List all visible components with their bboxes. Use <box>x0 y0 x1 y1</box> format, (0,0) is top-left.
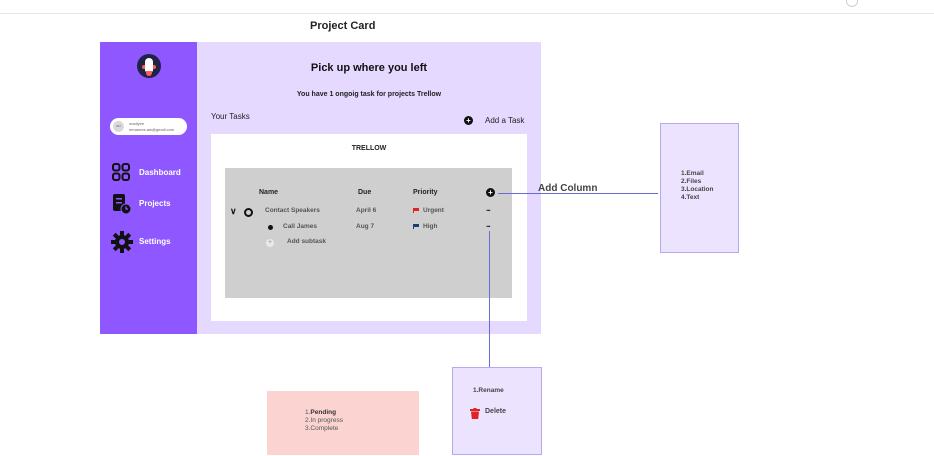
column-types-menu: 1.Email 2.Files 3.Location 4.Text <box>660 123 739 253</box>
delete-option[interactable]: Delete <box>470 406 507 419</box>
task-board: TRELLOW Name Due Priority + ∨ Contact Sp… <box>211 134 527 321</box>
greeting-heading: Pick up where you left <box>310 62 428 74</box>
status-menu: 1.Pending 2.In progress 3.Complete <box>267 391 419 455</box>
sidebar-item-label: Dashboard <box>139 167 181 177</box>
add-column-button[interactable]: + <box>486 188 495 197</box>
user-profile[interactable]: MJ madiyee mmaures.aw@gmail.com <box>110 118 187 135</box>
task-priority[interactable]: Urgent <box>413 207 444 214</box>
page-title: Project Card <box>310 20 376 32</box>
menu-item-location[interactable]: 3.Location <box>681 186 714 194</box>
delete-label: Delete <box>485 408 507 415</box>
connector-line <box>489 231 490 367</box>
status-label: Pending <box>310 409 337 416</box>
app-logo <box>137 54 161 78</box>
header-name: Name <box>259 189 279 196</box>
sidebar-item-projects[interactable]: Projects <box>111 193 171 215</box>
row-actions-menu: 1.Rename Delete <box>452 367 542 455</box>
add-subtask-button[interactable]: Add subtask <box>287 238 326 245</box>
flag-icon <box>413 223 419 229</box>
status-option-in-progress[interactable]: 2.In progress <box>305 417 343 425</box>
user-name: madiyee <box>129 121 145 126</box>
gear-icon <box>111 231 133 253</box>
subtask-bullet-icon <box>268 225 273 230</box>
status-label: In progress <box>310 417 343 424</box>
corner-mark <box>846 0 858 7</box>
plus-icon: + <box>464 116 473 125</box>
add-column-annotation: Add Column <box>538 183 598 194</box>
your-tasks-label: Your Tasks <box>211 112 250 121</box>
top-divider <box>0 13 934 14</box>
header-priority: Priority <box>413 189 438 196</box>
sidebar-item-dashboard[interactable]: Dashboard <box>111 162 181 182</box>
avatar: MJ <box>113 121 124 132</box>
sidebar-item-label: Settings <box>139 236 171 246</box>
priority-label: Urgent <box>423 207 444 214</box>
flag-icon <box>413 207 419 213</box>
header-due: Due <box>358 189 372 196</box>
menu-item-email[interactable]: 1.Email <box>681 170 714 178</box>
more-options-icon[interactable]: ... <box>486 220 491 229</box>
subtask-name[interactable]: Call James <box>283 223 317 230</box>
task-table: Name Due Priority + ∨ Contact Speakers A… <box>225 168 512 298</box>
projects-icon <box>111 193 132 215</box>
menu-item-files[interactable]: 2.Files <box>681 178 714 186</box>
greeting-subtitle: You have 1 ongoig task for projects Trel… <box>296 91 442 98</box>
sidebar-item-label: Projects <box>139 198 171 208</box>
user-email: mmaures.aw@gmail.com <box>129 127 175 132</box>
board-title: TRELLOW <box>351 145 387 152</box>
add-subtask-icon[interactable]: + <box>266 239 274 247</box>
status-option-pending[interactable]: 1.Pending <box>305 409 343 417</box>
grid-icon <box>111 162 131 182</box>
subtask-due[interactable]: Aug 7 <box>356 223 374 230</box>
sidebar-item-settings[interactable]: Settings <box>111 231 171 253</box>
task-status-circle[interactable] <box>244 208 253 217</box>
add-task-button[interactable]: + Add a Task <box>464 116 524 125</box>
add-task-label: Add a Task <box>485 116 525 125</box>
priority-label: High <box>423 223 438 230</box>
trash-icon <box>470 406 480 419</box>
sidebar: MJ madiyee mmaures.aw@gmail.com Dashboar… <box>100 42 197 334</box>
more-options-icon[interactable]: ... <box>486 204 491 213</box>
menu-item-text[interactable]: 4.Text <box>681 194 714 202</box>
chevron-down-icon[interactable]: ∨ <box>230 206 237 217</box>
task-due[interactable]: April 6 <box>356 207 376 214</box>
rename-option[interactable]: 1.Rename <box>473 387 504 394</box>
status-label: Complete <box>310 425 339 432</box>
subtask-priority[interactable]: High <box>413 223 437 230</box>
task-name[interactable]: Contact Speakers <box>265 207 320 214</box>
status-option-complete[interactable]: 3.Complete <box>305 425 343 433</box>
